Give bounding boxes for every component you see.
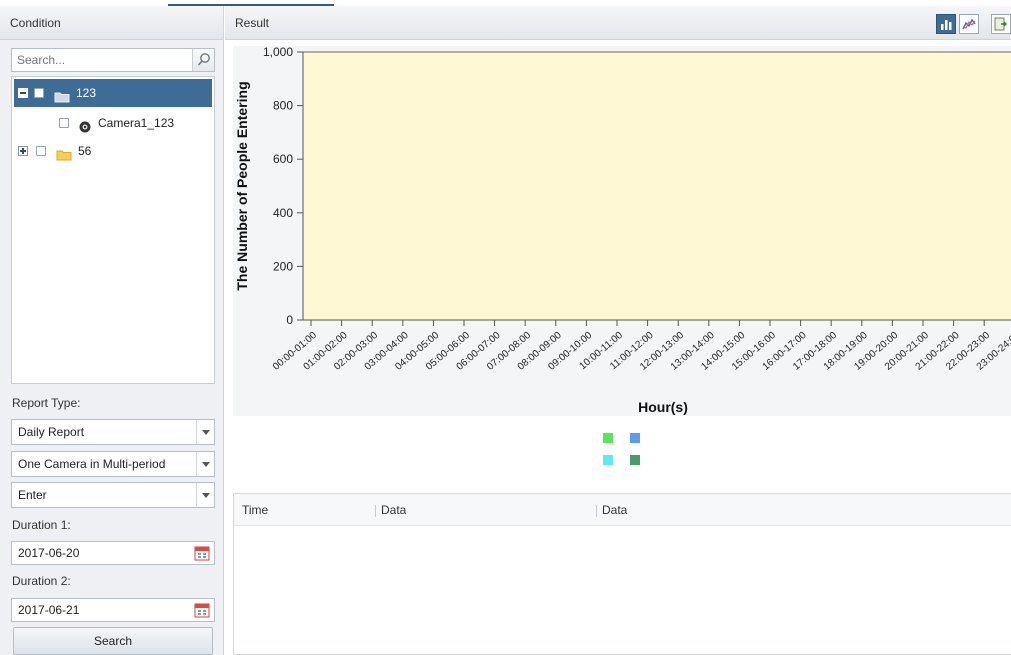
legend-swatch bbox=[630, 433, 640, 443]
tree-item-label: Camera1_123 bbox=[98, 116, 175, 130]
search-button[interactable]: Search bbox=[13, 627, 213, 655]
chart-area: 0 200 400 600 800 1,000 00:00-01:00 01:00-02:00… bbox=[233, 46, 1011, 416]
camera-mode-select[interactable]: One Camera in Multi-period bbox=[11, 451, 215, 477]
column-separator[interactable] bbox=[596, 505, 597, 517]
y-tick-label: 0 bbox=[286, 313, 293, 327]
tree-item-checkbox[interactable] bbox=[36, 146, 46, 156]
tree-item-label: 123 bbox=[76, 86, 97, 100]
report-type-label: Report Type: bbox=[12, 396, 81, 410]
tree-item-group-56[interactable]: 56 bbox=[12, 137, 214, 165]
duration1-date-field[interactable]: 2017-06-20 bbox=[11, 541, 215, 565]
y-tick-label: 200 bbox=[273, 259, 293, 273]
duration2-value: 2017-06-21 bbox=[18, 603, 80, 617]
search-icon-button[interactable] bbox=[192, 49, 214, 71]
result-table: Time Data Data bbox=[233, 493, 1011, 655]
bar-chart-button[interactable] bbox=[936, 14, 956, 34]
column-header-time[interactable]: Time bbox=[242, 494, 268, 526]
table-header: Time Data Data bbox=[234, 494, 1011, 526]
chevron-down-icon[interactable] bbox=[196, 452, 214, 476]
direction-select[interactable]: Enter bbox=[11, 482, 215, 508]
y-tick-label: 1,000 bbox=[263, 46, 293, 59]
tree-item-checkbox[interactable] bbox=[34, 88, 44, 98]
column-separator[interactable] bbox=[375, 505, 376, 517]
tree-item-camera[interactable]: Camera1_123 bbox=[12, 109, 214, 137]
x-axis-title: Hour(s) bbox=[638, 399, 688, 415]
line-chart-icon bbox=[962, 18, 976, 30]
legend-swatch bbox=[603, 455, 613, 465]
calendar-icon[interactable] bbox=[194, 602, 210, 621]
tree-item-group-123[interactable]: 123 bbox=[14, 79, 212, 107]
bar-chart-icon bbox=[941, 20, 952, 30]
condition-panel-title: Condition bbox=[0, 6, 223, 40]
column-header-data-1[interactable]: Data bbox=[381, 494, 406, 526]
y-tick-label: 400 bbox=[273, 206, 293, 220]
search-input[interactable] bbox=[12, 49, 188, 71]
report-type-select[interactable]: Daily Report bbox=[11, 419, 215, 445]
search-icon bbox=[197, 53, 210, 66]
people-counting-report-window: Condition 123 bbox=[0, 0, 1011, 655]
expand-icon[interactable] bbox=[18, 146, 28, 156]
people-entering-chart: 02004006008001,00000:00-01:0001:00-02:00… bbox=[234, 46, 1011, 415]
condition-panel: Condition 123 bbox=[0, 6, 224, 655]
direction-value: Enter bbox=[18, 488, 47, 502]
y-axis-title: The Number of People Entering bbox=[234, 81, 250, 290]
search-box bbox=[11, 48, 215, 72]
result-panel-title: Result bbox=[225, 6, 1011, 40]
chevron-down-icon[interactable] bbox=[196, 483, 214, 507]
export-icon bbox=[994, 17, 1007, 31]
camera-mode-value: One Camera in Multi-period bbox=[18, 457, 166, 471]
tree-item-checkbox[interactable] bbox=[59, 118, 69, 128]
duration2-date-field[interactable]: 2017-06-21 bbox=[11, 598, 215, 622]
y-tick-label: 800 bbox=[273, 99, 293, 113]
duration1-label: Duration 1: bbox=[12, 518, 71, 532]
plot-background bbox=[303, 52, 1011, 320]
column-header-data-2[interactable]: Data bbox=[602, 494, 627, 526]
result-panel: Result 0 200 400 600 800 1,000 00:00-01:00 01:0… bbox=[225, 6, 1011, 655]
export-button[interactable] bbox=[991, 14, 1011, 34]
tree-item-label: 56 bbox=[78, 144, 92, 158]
y-tick-label: 600 bbox=[273, 152, 293, 166]
legend-swatch bbox=[603, 433, 613, 443]
chevron-down-icon[interactable] bbox=[196, 420, 214, 444]
collapse-icon[interactable] bbox=[18, 88, 28, 98]
legend-swatch bbox=[630, 455, 640, 465]
calendar-icon[interactable] bbox=[194, 545, 210, 564]
line-chart-button[interactable] bbox=[959, 14, 979, 34]
resource-tree: 123 Camera1_123 56 bbox=[11, 76, 215, 384]
chart-legend bbox=[593, 426, 653, 466]
duration2-label: Duration 2: bbox=[12, 574, 71, 588]
report-type-value: Daily Report bbox=[18, 425, 85, 439]
duration1-value: 2017-06-20 bbox=[18, 546, 80, 560]
folder-icon bbox=[56, 144, 72, 172]
